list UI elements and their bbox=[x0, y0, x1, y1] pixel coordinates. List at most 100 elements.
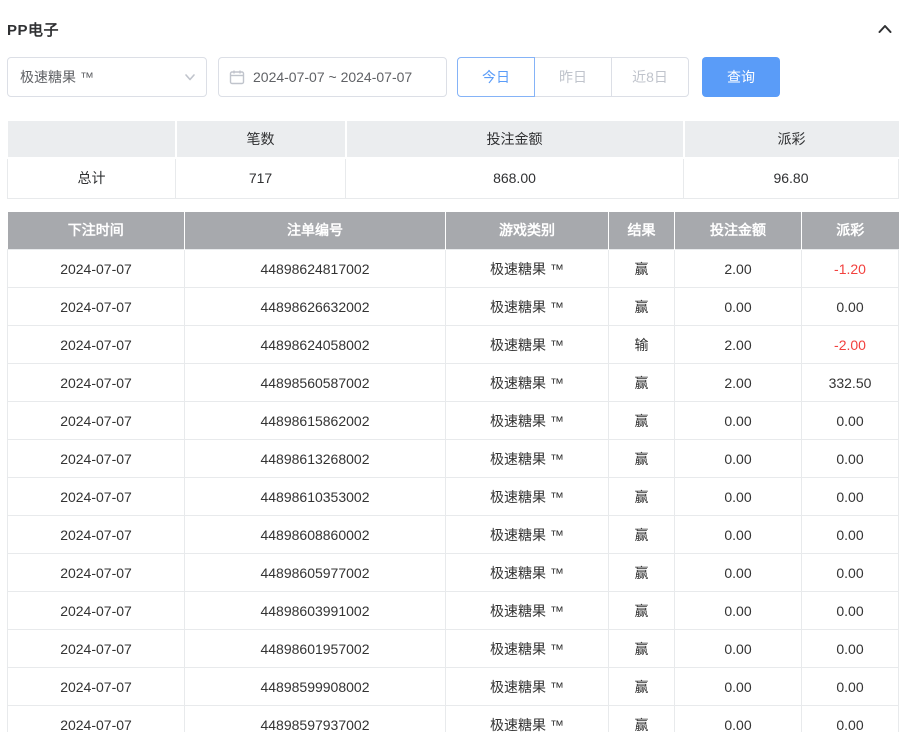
summary-header-empty bbox=[8, 120, 176, 158]
result-cell: 赢 bbox=[609, 364, 675, 402]
bet-amount-cell: 2.00 bbox=[675, 326, 802, 364]
game-type-cell: 极速糖果 ™ bbox=[446, 440, 609, 478]
order-id-cell: 44898608860002 bbox=[185, 516, 446, 554]
table-row: 2024-07-0744898613268002极速糖果 ™赢0.000.00 bbox=[8, 440, 899, 478]
bet-amount-cell: 0.00 bbox=[675, 554, 802, 592]
payout-cell: 0.00 bbox=[802, 478, 899, 516]
date-range-picker[interactable]: 2024-07-07 ~ 2024-07-07 bbox=[218, 57, 447, 97]
game-type-cell: 极速糖果 ™ bbox=[446, 516, 609, 554]
bet-time-cell: 2024-07-07 bbox=[8, 402, 185, 440]
summary-total-count: 717 bbox=[176, 158, 346, 198]
payout-cell: 0.00 bbox=[802, 516, 899, 554]
order-id-cell: 44898603991002 bbox=[185, 592, 446, 630]
bet-time-cell: 2024-07-07 bbox=[8, 706, 185, 732]
game-type-cell: 极速糖果 ™ bbox=[446, 706, 609, 732]
result-cell: 赢 bbox=[609, 516, 675, 554]
payout-cell: 0.00 bbox=[802, 630, 899, 668]
today-button[interactable]: 今日 bbox=[457, 57, 535, 97]
summary-header-payout: 派彩 bbox=[684, 120, 899, 158]
result-cell: 赢 bbox=[609, 554, 675, 592]
payout-cell: -2.00 bbox=[802, 326, 899, 364]
filter-bar: 极速糖果 ™ 2024-07-07 ~ 2024-07-07 今日昨日近8日 查… bbox=[7, 57, 898, 97]
bet-time-cell: 2024-07-07 bbox=[8, 326, 185, 364]
order-id-cell: 44898626632002 bbox=[185, 288, 446, 326]
bet-time-cell: 2024-07-07 bbox=[8, 668, 185, 706]
yesterday-button[interactable]: 昨日 bbox=[534, 57, 612, 97]
result-cell: 输 bbox=[609, 326, 675, 364]
payout-cell: 0.00 bbox=[802, 706, 899, 732]
summary-header-bet-amount: 投注金额 bbox=[346, 120, 684, 158]
summary-total-row: 总计 717 868.00 96.80 bbox=[8, 158, 899, 198]
last-8-days-button[interactable]: 近8日 bbox=[611, 57, 689, 97]
bet-time-cell: 2024-07-07 bbox=[8, 288, 185, 326]
result-cell: 赢 bbox=[609, 250, 675, 288]
bet-records-table: 下注时间注单编号游戏类别结果投注金额派彩 2024-07-07448986248… bbox=[7, 212, 899, 732]
table-row: 2024-07-0744898601957002极速糖果 ™赢0.000.00 bbox=[8, 630, 899, 668]
result-cell: 赢 bbox=[609, 592, 675, 630]
result-cell: 赢 bbox=[609, 440, 675, 478]
bet-amount-cell: 0.00 bbox=[675, 592, 802, 630]
order-id-cell: 44898624058002 bbox=[185, 326, 446, 364]
bet-amount-cell: 0.00 bbox=[675, 402, 802, 440]
summary-table: 笔数 投注金额 派彩 总计 717 868.00 96.80 bbox=[7, 119, 899, 199]
game-type-cell: 极速糖果 ™ bbox=[446, 288, 609, 326]
summary-total-bet-amount: 868.00 bbox=[346, 158, 684, 198]
table-header-row: 下注时间注单编号游戏类别结果投注金额派彩 bbox=[8, 212, 899, 250]
table-row: 2024-07-0744898608860002极速糖果 ™赢0.000.00 bbox=[8, 516, 899, 554]
game-select-value: 极速糖果 ™ bbox=[20, 67, 94, 87]
order-id-cell: 44898597937002 bbox=[185, 706, 446, 732]
bet-time-cell: 2024-07-07 bbox=[8, 478, 185, 516]
calendar-icon bbox=[229, 69, 245, 85]
column-header-bet-amount: 投注金额 bbox=[675, 212, 802, 250]
game-type-cell: 极速糖果 ™ bbox=[446, 592, 609, 630]
order-id-cell: 44898613268002 bbox=[185, 440, 446, 478]
column-header-payout: 派彩 bbox=[802, 212, 899, 250]
result-cell: 赢 bbox=[609, 706, 675, 732]
payout-cell: 0.00 bbox=[802, 440, 899, 478]
payout-cell: 0.00 bbox=[802, 554, 899, 592]
game-select[interactable]: 极速糖果 ™ bbox=[7, 57, 207, 97]
bet-amount-cell: 0.00 bbox=[675, 706, 802, 732]
payout-cell: 0.00 bbox=[802, 288, 899, 326]
bet-time-cell: 2024-07-07 bbox=[8, 250, 185, 288]
bet-amount-cell: 0.00 bbox=[675, 668, 802, 706]
table-row: 2024-07-0744898610353002极速糖果 ™赢0.000.00 bbox=[8, 478, 899, 516]
table-row: 2024-07-0744898624058002极速糖果 ™输2.00-2.00 bbox=[8, 326, 899, 364]
game-type-cell: 极速糖果 ™ bbox=[446, 250, 609, 288]
game-type-cell: 极速糖果 ™ bbox=[446, 478, 609, 516]
query-button[interactable]: 查询 bbox=[702, 57, 780, 97]
table-row: 2024-07-0744898624817002极速糖果 ™赢2.00-1.20 bbox=[8, 250, 899, 288]
bet-amount-cell: 0.00 bbox=[675, 478, 802, 516]
bet-time-cell: 2024-07-07 bbox=[8, 364, 185, 402]
panel-header: PP电子 bbox=[7, 0, 898, 44]
bet-time-cell: 2024-07-07 bbox=[8, 554, 185, 592]
bet-amount-cell: 0.00 bbox=[675, 288, 802, 326]
payout-cell: 0.00 bbox=[802, 592, 899, 630]
table-row: 2024-07-0744898626632002极速糖果 ™赢0.000.00 bbox=[8, 288, 899, 326]
bet-time-cell: 2024-07-07 bbox=[8, 630, 185, 668]
bet-amount-cell: 2.00 bbox=[675, 250, 802, 288]
quick-date-buttons: 今日昨日近8日 bbox=[457, 57, 689, 97]
game-type-cell: 极速糖果 ™ bbox=[446, 364, 609, 402]
payout-cell: 0.00 bbox=[802, 402, 899, 440]
bet-amount-cell: 0.00 bbox=[675, 630, 802, 668]
collapse-chevron-icon[interactable] bbox=[876, 20, 898, 38]
game-type-cell: 极速糖果 ™ bbox=[446, 630, 609, 668]
order-id-cell: 44898605977002 bbox=[185, 554, 446, 592]
summary-header-row: 笔数 投注金额 派彩 bbox=[8, 120, 899, 158]
bet-amount-cell: 0.00 bbox=[675, 516, 802, 554]
order-id-cell: 44898615862002 bbox=[185, 402, 446, 440]
game-type-cell: 极速糖果 ™ bbox=[446, 326, 609, 364]
bet-table-body: 2024-07-0744898624817002极速糖果 ™赢2.00-1.20… bbox=[8, 250, 899, 732]
result-cell: 赢 bbox=[609, 668, 675, 706]
chevron-down-icon bbox=[184, 71, 196, 83]
table-row: 2024-07-0744898599908002极速糖果 ™赢0.000.00 bbox=[8, 668, 899, 706]
column-header-game-type: 游戏类别 bbox=[446, 212, 609, 250]
table-row: 2024-07-0744898560587002极速糖果 ™赢2.00332.5… bbox=[8, 364, 899, 402]
payout-cell: 0.00 bbox=[802, 668, 899, 706]
pp-electronics-panel: PP电子 极速糖果 ™ 2 bbox=[0, 0, 905, 732]
table-row: 2024-07-0744898615862002极速糖果 ™赢0.000.00 bbox=[8, 402, 899, 440]
column-header-order-id: 注单编号 bbox=[185, 212, 446, 250]
order-id-cell: 44898624817002 bbox=[185, 250, 446, 288]
table-row: 2024-07-0744898605977002极速糖果 ™赢0.000.00 bbox=[8, 554, 899, 592]
